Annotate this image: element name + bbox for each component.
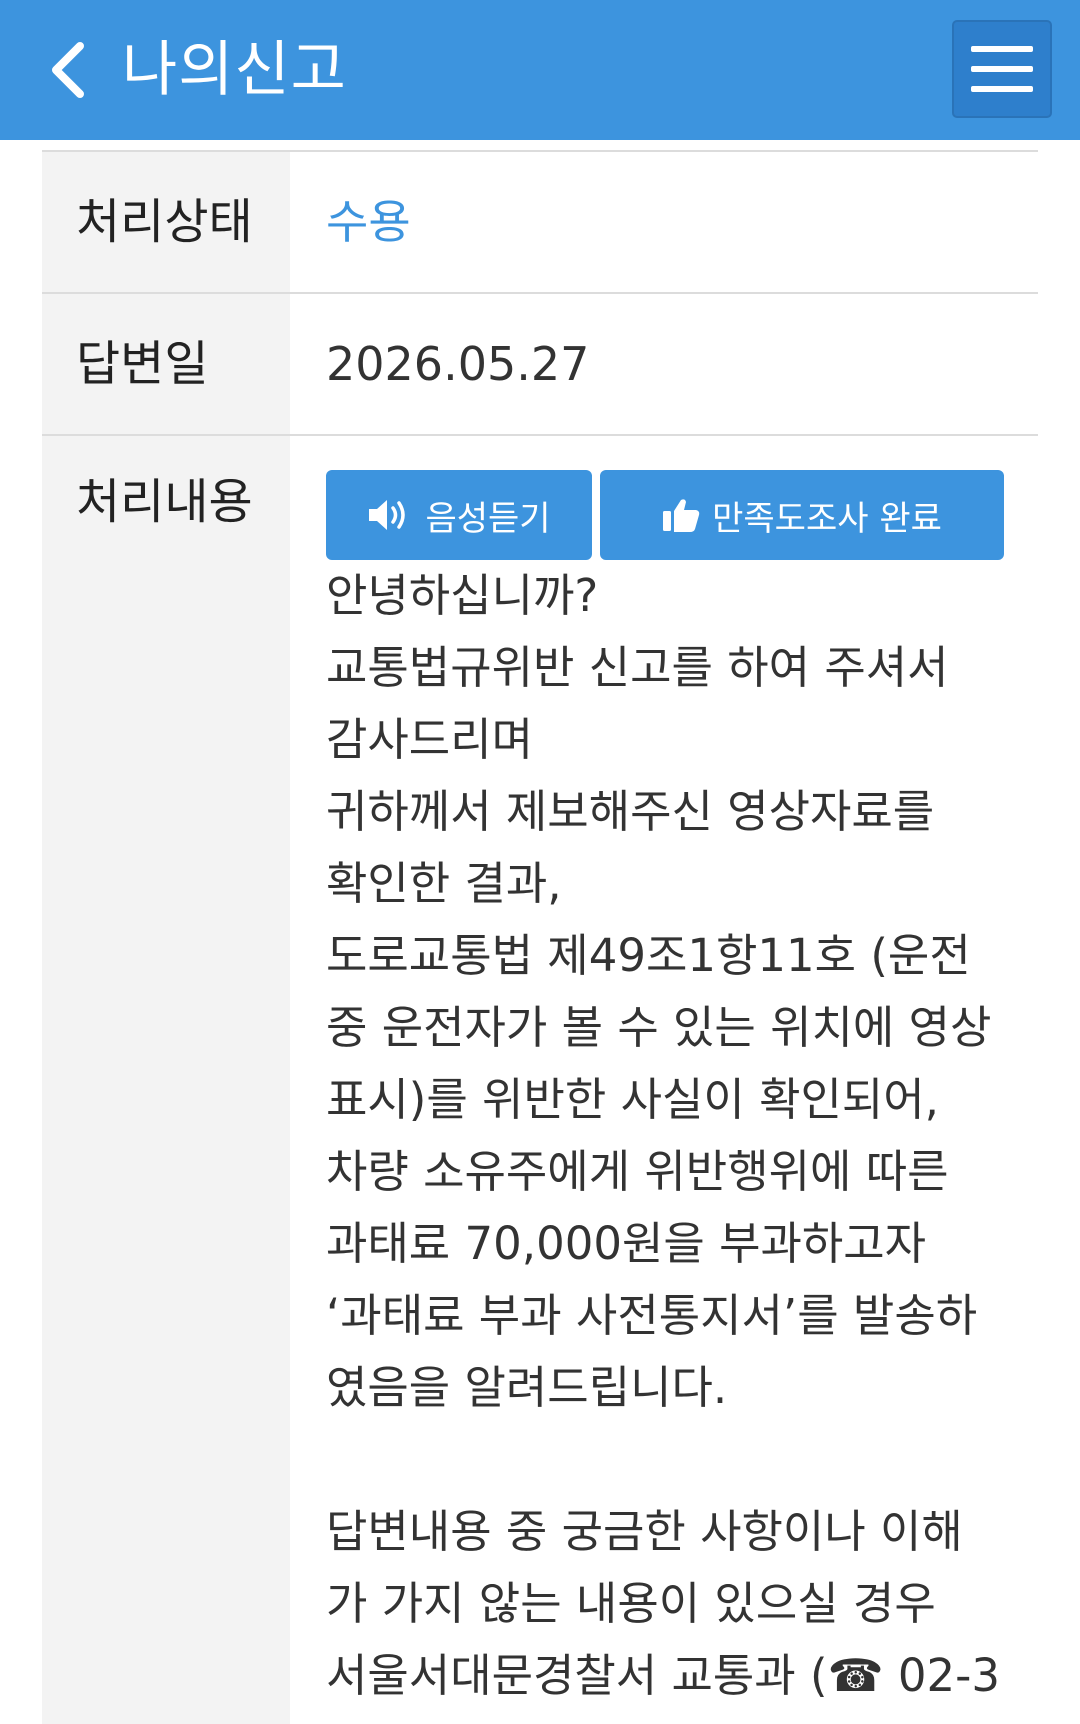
survey-button-label: 만족도조사 완료 bbox=[712, 498, 942, 539]
answer-content-line: 였음을 알려드립니다. bbox=[326, 1361, 728, 1414]
answer-content-line: 확인한 결과, bbox=[326, 857, 562, 910]
status-label: 처리상태 bbox=[76, 194, 253, 250]
back-button[interactable] bbox=[38, 32, 98, 108]
answer-date-label: 답변일 bbox=[76, 336, 209, 392]
answer-content-line: ‘과태료 부과 사전통지서’를 발송하 bbox=[326, 1289, 978, 1342]
audio-play-button[interactable]: 음성듣기 bbox=[326, 470, 592, 560]
answer-content-line: 답변내용 중 궁금한 사항이나 이해 bbox=[326, 1505, 963, 1558]
answer-content-line: 표시)를 위반한 사실이 확인되어, bbox=[326, 1073, 939, 1126]
answer-date-value: 2026.05.27 bbox=[326, 337, 590, 391]
chevron-left-icon bbox=[52, 42, 84, 98]
answer-content-line: 도로교통법 제49조1항11호 (운전 bbox=[326, 929, 971, 982]
app-header: 나의신고 bbox=[0, 0, 1080, 140]
answer-content-line: 감사드리며 bbox=[326, 713, 534, 766]
answer-content-line: 중 운전자가 볼 수 있는 위치에 영상 bbox=[326, 1001, 992, 1054]
speaker-icon bbox=[367, 497, 413, 533]
content-label: 처리내용 bbox=[76, 474, 253, 530]
answer-content-line: 차량 소유주에게 위반행위에 따른 bbox=[326, 1145, 949, 1198]
answer-content-line: 안녕하십니까? bbox=[326, 569, 599, 622]
content-label-cell: 처리내용 bbox=[42, 436, 290, 1724]
status-label-cell: 처리상태 bbox=[42, 152, 290, 292]
answer-date-row: 답변일 2026.05.27 bbox=[42, 292, 1038, 434]
answer-content: 안녕하십니까? 교통법규위반 신고를 하여 주셔서감사드리며귀하께서 제보해주신 … bbox=[326, 560, 1026, 1712]
answer-content-line: 귀하께서 제보해주신 영상자료를 bbox=[326, 785, 935, 838]
answer-content-line: 교통법규위반 신고를 하여 주셔서 bbox=[326, 641, 949, 694]
satisfaction-survey-button[interactable]: 만족도조사 완료 bbox=[600, 470, 1004, 560]
page-title: 나의신고 bbox=[122, 35, 347, 105]
answer-content-line: 가 가지 않는 내용이 있으실 경우 bbox=[326, 1577, 936, 1630]
status-row: 처리상태 수용 bbox=[42, 150, 1038, 292]
thumbs-up-icon bbox=[662, 497, 700, 533]
hamburger-menu-icon bbox=[971, 46, 1033, 52]
audio-button-label: 음성듣기 bbox=[425, 498, 551, 539]
answer-content-line: 과태료 70,000원을 부과하고자 bbox=[326, 1217, 927, 1270]
status-value: 수용 bbox=[326, 195, 411, 249]
answer-content-line bbox=[326, 1424, 1026, 1496]
answer-date-label-cell: 답변일 bbox=[42, 294, 290, 434]
menu-button[interactable] bbox=[952, 20, 1052, 118]
answer-content-line: 서울서대문경찰서 교통과 (☎ 02-3 bbox=[326, 1649, 1001, 1702]
